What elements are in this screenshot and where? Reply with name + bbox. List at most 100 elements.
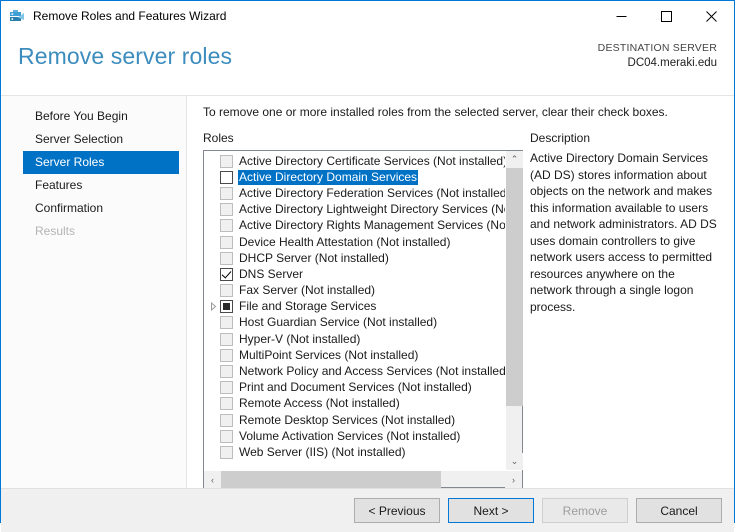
description-label: Description xyxy=(530,131,591,145)
nav-item-features[interactable]: Features xyxy=(23,174,179,197)
title-bar: Remove Roles and Features Wizard xyxy=(1,1,734,31)
server-manager-icon xyxy=(9,8,25,24)
role-checkbox xyxy=(220,219,233,233)
role-checkbox xyxy=(220,413,233,427)
role-checkbox[interactable] xyxy=(220,170,233,184)
role-checkbox xyxy=(220,381,233,395)
role-label: Fax Server (Not installed) xyxy=(239,283,376,298)
roles-label: Roles xyxy=(203,131,234,145)
nav-item-before-you-begin[interactable]: Before You Begin xyxy=(23,105,179,128)
role-row[interactable]: Active Directory Certificate Services (N… xyxy=(204,153,505,169)
description-pane: Active Directory Domain Services (AD DS)… xyxy=(530,150,720,315)
cancel-button[interactable]: Cancel xyxy=(636,498,722,523)
destination-server-name: DC04.meraki.edu xyxy=(627,57,717,69)
expand-triangle-icon[interactable] xyxy=(207,302,220,312)
nav-item-confirmation[interactable]: Confirmation xyxy=(23,197,179,220)
description-text: Active Directory Domain Services (AD DS)… xyxy=(530,151,717,314)
role-row[interactable]: Remote Access (Not installed) xyxy=(204,396,505,412)
roles-vertical-scrollbar[interactable]: ⌃ ⌄ xyxy=(505,151,523,470)
nav-item-server-selection[interactable]: Server Selection xyxy=(23,128,179,151)
role-checkbox xyxy=(220,186,233,200)
role-row[interactable]: Device Health Attestation (Not installed… xyxy=(204,234,505,250)
role-label: Device Health Attestation (Not installed… xyxy=(239,234,451,249)
role-checkbox xyxy=(220,397,233,411)
role-row[interactable]: Network Policy and Access Services (Not … xyxy=(204,363,505,379)
role-row[interactable]: Active Directory Lightweight Directory S… xyxy=(204,202,505,218)
role-label: Hyper-V (Not installed) xyxy=(239,331,361,346)
scroll-down-icon[interactable]: ⌄ xyxy=(506,453,523,470)
role-checkbox[interactable] xyxy=(220,300,233,314)
footer-button-row: < Previous Next > Remove Cancel xyxy=(354,498,722,523)
next-button[interactable]: Next > xyxy=(448,498,534,523)
role-label: Active Directory Federation Services (No… xyxy=(239,185,505,200)
nav-item-results: Results xyxy=(35,224,76,238)
wizard-body: Before You Begin Server Selection Server R… xyxy=(1,96,734,488)
scroll-up-icon[interactable]: ⌃ xyxy=(506,151,523,168)
wizard-nav: Before You Begin Server Selection Server R… xyxy=(1,96,187,488)
role-label: Web Server (IIS) (Not installed) xyxy=(239,444,406,459)
roles-horizontal-scrollbar[interactable]: ‹ › xyxy=(204,470,522,488)
role-label: Print and Document Services (Not install… xyxy=(239,380,472,395)
role-row[interactable]: Web Server (IIS) (Not installed) xyxy=(204,444,505,460)
role-label: Active Directory Certificate Services (N… xyxy=(239,153,505,168)
role-row[interactable]: Volume Activation Services (Not installe… xyxy=(204,428,505,444)
role-checkbox xyxy=(220,365,233,379)
role-row[interactable]: Active Directory Rights Management Servi… xyxy=(204,218,505,234)
nav-item-server-roles[interactable]: Server Roles xyxy=(23,151,179,174)
roles-listbox[interactable]: Active Directory Certificate Services (N… xyxy=(203,150,523,488)
role-row[interactable]: Hyper-V (Not installed) xyxy=(204,331,505,347)
role-row[interactable]: Remote Desktop Services (Not installed) xyxy=(204,412,505,428)
page-title: Remove server roles xyxy=(18,43,233,69)
role-row[interactable]: DHCP Server (Not installed) xyxy=(204,250,505,266)
role-row[interactable]: Host Guardian Service (Not installed) xyxy=(204,315,505,331)
role-checkbox xyxy=(220,251,233,265)
wizard-window: Remove Roles and Features Wizard Remove … xyxy=(0,0,735,532)
role-row[interactable]: Active Directory Domain Services xyxy=(204,169,505,185)
destination-server-block: DESTINATION SERVER DC04.meraki.edu xyxy=(598,41,717,71)
role-checkbox xyxy=(220,348,233,362)
role-checkbox xyxy=(220,154,233,168)
role-label: Active Directory Domain Services xyxy=(238,169,419,185)
minimize-icon[interactable] xyxy=(599,1,644,31)
role-row[interactable]: DNS Server xyxy=(204,266,505,282)
role-checkbox xyxy=(220,429,233,443)
horizontal-scroll-thumb[interactable] xyxy=(221,471,441,488)
role-label: Volume Activation Services (Not installe… xyxy=(239,428,461,443)
role-label: MultiPoint Services (Not installed) xyxy=(239,347,419,362)
role-label: Network Policy and Access Services (Not … xyxy=(239,364,505,379)
role-label: File and Storage Services xyxy=(239,299,377,314)
role-label: Remote Desktop Services (Not installed) xyxy=(239,412,456,427)
role-row[interactable]: Active Directory Federation Services (No… xyxy=(204,185,505,201)
role-checkbox xyxy=(220,445,233,459)
role-label: DHCP Server (Not installed) xyxy=(239,250,389,265)
role-label: Active Directory Lightweight Directory S… xyxy=(239,202,505,217)
role-label: Host Guardian Service (Not installed) xyxy=(239,315,438,330)
close-icon[interactable] xyxy=(689,1,734,31)
vertical-scroll-thumb[interactable] xyxy=(506,168,523,406)
roles-list[interactable]: Active Directory Certificate Services (N… xyxy=(204,151,505,470)
role-checkbox xyxy=(220,284,233,298)
window-controls xyxy=(599,1,734,31)
role-row[interactable]: MultiPoint Services (Not installed) xyxy=(204,347,505,363)
role-label: Active Directory Rights Management Servi… xyxy=(239,218,505,233)
role-label: Remote Access (Not installed) xyxy=(239,396,400,411)
role-checkbox xyxy=(220,316,233,330)
role-checkbox xyxy=(220,332,233,346)
page-header: Remove server roles DESTINATION SERVER D… xyxy=(1,31,734,96)
maximize-icon[interactable] xyxy=(644,1,689,31)
role-row[interactable]: File and Storage Services xyxy=(204,299,505,315)
scroll-right-icon[interactable]: › xyxy=(505,471,522,488)
previous-button[interactable]: < Previous xyxy=(354,498,440,523)
instruction-text: To remove one or more installed roles fr… xyxy=(203,105,668,119)
destination-server-label: DESTINATION SERVER xyxy=(597,42,717,54)
role-row[interactable]: Fax Server (Not installed) xyxy=(204,283,505,299)
wizard-footer: < Previous Next > Remove Cancel xyxy=(1,488,734,532)
role-row[interactable]: Print and Document Services (Not install… xyxy=(204,380,505,396)
role-checkbox xyxy=(220,235,233,249)
role-checkbox[interactable] xyxy=(220,267,233,281)
main-pane: To remove one or more installed roles fr… xyxy=(187,96,734,488)
window-title: Remove Roles and Features Wizard xyxy=(33,9,227,23)
role-label: DNS Server xyxy=(239,266,304,281)
remove-button: Remove xyxy=(542,498,628,523)
scroll-left-icon[interactable]: ‹ xyxy=(204,471,221,488)
